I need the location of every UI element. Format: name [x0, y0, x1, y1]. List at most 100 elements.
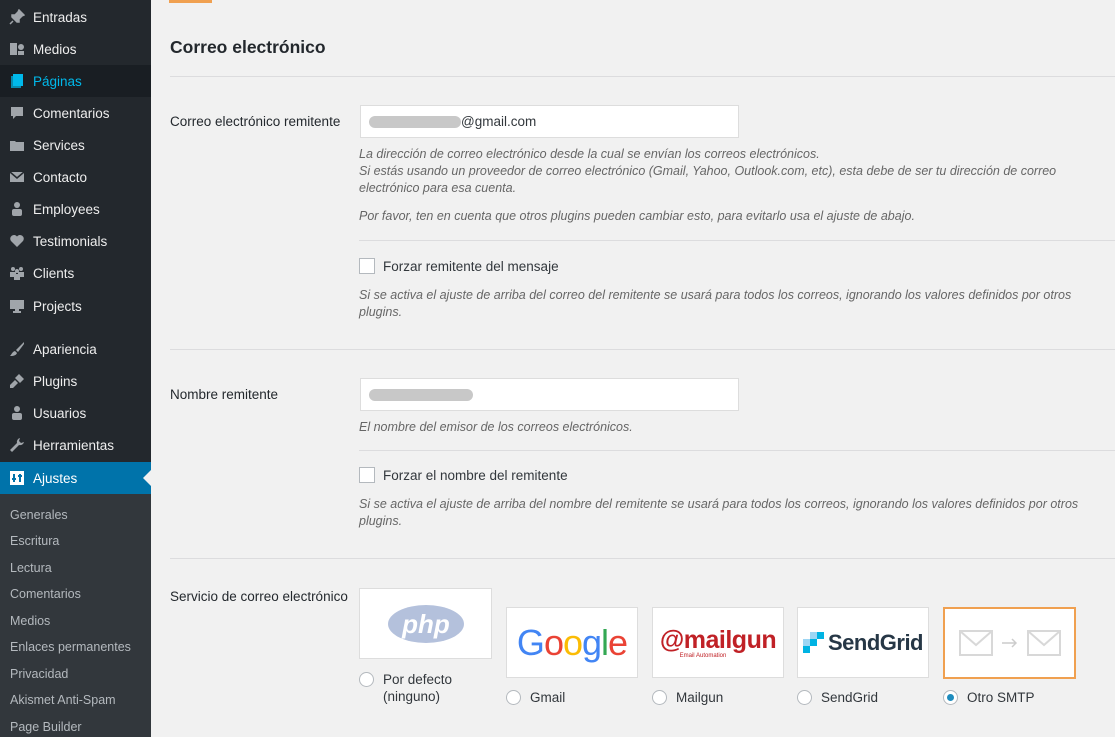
mailer-option-smtp[interactable] [943, 607, 1076, 679]
sidebar-item-medios[interactable]: Medios [0, 33, 151, 65]
settings-submenu: Generales Escritura Lectura Comentarios … [0, 494, 151, 737]
sidebar-item-herramientas[interactable]: Herramientas [0, 429, 151, 461]
radio-button[interactable] [506, 690, 521, 705]
sidebar-item-comentarios[interactable]: Comentarios [0, 97, 151, 129]
divider [170, 558, 1115, 559]
submenu-privacidad[interactable]: Privacidad [10, 666, 68, 682]
redacted-text [369, 115, 461, 128]
mailer-option-label: Gmail [530, 690, 566, 705]
sidebar-item-clients[interactable]: Clients [0, 257, 151, 289]
comment-icon [8, 104, 26, 122]
google-logo: Google [516, 621, 628, 663]
sidebar-item-apariencia[interactable]: Apariencia [0, 333, 151, 365]
portfolio-icon [8, 136, 26, 154]
mailer-option-label: SendGrid [821, 690, 879, 705]
users-icon [8, 404, 26, 422]
submenu-generales[interactable]: Generales [10, 507, 68, 523]
mailer-option-mailgun[interactable]: @mailgun Email Automation [652, 607, 784, 678]
force-from-name-label: Forzar el nombre del remitente [383, 467, 568, 483]
sidebar-item-projects[interactable]: Projects [0, 290, 151, 322]
sidebar-item-label: Herramientas [33, 437, 115, 453]
from-email-label: Correo electrónico remitente [170, 114, 341, 129]
radio-button[interactable] [652, 690, 667, 705]
force-from-name-description: Si se activa el ajuste de arriba del nom… [359, 497, 1079, 528]
envelope-icon [8, 168, 26, 186]
wrench-icon [8, 436, 26, 454]
radio-button-selected[interactable] [943, 690, 958, 705]
mailer-option-label: Mailgun [676, 690, 724, 705]
sidebar-item-label: Clients [33, 265, 75, 281]
submenu-enlaces-permanentes[interactable]: Enlaces permanentes [10, 639, 131, 655]
sidebar-item-label: Comentarios [33, 105, 110, 121]
from-email-domain: @gmail.com [461, 114, 537, 129]
section-title: Correo electrónico [170, 37, 326, 57]
force-from-email-option[interactable]: Forzar remitente del mensaje [359, 258, 559, 274]
groups-icon [8, 264, 26, 282]
php-logo-icon: php [387, 604, 464, 643]
sidebar-item-paginas[interactable]: Páginas [0, 65, 151, 97]
person-icon [8, 200, 26, 218]
mailer-option-sendgrid[interactable]: SendGrid [797, 607, 929, 678]
radio-button[interactable] [359, 672, 374, 687]
desktop-icon [8, 297, 26, 315]
pages-icon [8, 72, 26, 90]
mailer-option-label: Por defecto (ninguno) [383, 672, 453, 704]
from-name-input[interactable] [360, 378, 739, 411]
sidebar-item-ajustes[interactable]: Ajustes [0, 462, 151, 494]
smtp-envelopes-icon [958, 630, 1061, 656]
mailer-radio-gmail[interactable]: Gmail [506, 689, 565, 706]
sendgrid-logo: SendGrid [827, 629, 924, 655]
sidebar-item-label: Páginas [33, 73, 82, 89]
divider [359, 450, 1115, 451]
submenu-lectura[interactable]: Lectura [10, 560, 52, 576]
mailer-option-gmail[interactable]: Google [506, 607, 638, 678]
from-email-input[interactable]: @gmail.com [360, 105, 739, 138]
divider [359, 240, 1115, 241]
sidebar-item-label: Usuarios [33, 405, 87, 421]
active-tab-indicator [169, 0, 212, 3]
mailgun-logo: @mailgun [659, 626, 777, 654]
sidebar-item-label: Contacto [33, 169, 88, 185]
sidebar-item-label: Testimonials [33, 233, 108, 249]
divider [170, 349, 1115, 350]
redacted-text [369, 388, 473, 401]
sidebar-item-entradas[interactable]: Entradas [0, 1, 151, 33]
submenu-akismet[interactable]: Akismet Anti-Spam [10, 692, 116, 708]
heart-icon [8, 232, 26, 250]
sidebar-item-usuarios[interactable]: Usuarios [0, 397, 151, 429]
submenu-escritura[interactable]: Escritura [10, 533, 59, 549]
sidebar-item-services[interactable]: Services [0, 129, 151, 161]
sidebar-item-label: Plugins [33, 373, 78, 389]
submenu-page-builder[interactable]: Page Builder [10, 719, 82, 735]
admin-sidebar: Entradas Medios Páginas Comentarios Serv… [0, 0, 151, 737]
sendgrid-mark-icon [802, 631, 824, 653]
mailer-option-php[interactable]: php [359, 588, 492, 659]
media-icon [8, 40, 26, 58]
submenu-medios[interactable]: Medios [10, 613, 50, 629]
from-email-desc-line2: Si estás usando un proveedor de correo e… [359, 164, 1057, 195]
paintbrush-icon [8, 340, 26, 358]
mailer-radio-sendgrid[interactable]: SendGrid [797, 689, 878, 706]
from-name-label: Nombre remitente [170, 387, 279, 402]
sidebar-item-plugins[interactable]: Plugins [0, 365, 151, 397]
from-email-desc-line1: La dirección de correo electrónico desde… [359, 147, 820, 161]
sidebar-item-label: Apariencia [33, 341, 97, 357]
sidebar-item-testimonials[interactable]: Testimonials [0, 225, 151, 257]
mailer-radio-mailgun[interactable]: Mailgun [652, 689, 723, 706]
force-from-email-checkbox[interactable] [359, 258, 375, 274]
force-from-name-option[interactable]: Forzar el nombre del remitente [359, 467, 568, 483]
sidebar-item-employees[interactable]: Employees [0, 193, 151, 225]
from-name-description: El nombre del emisor de los correos elec… [359, 420, 633, 434]
sidebar-item-contacto[interactable]: Contacto [0, 161, 151, 193]
mailer-radio-smtp[interactable]: Otro SMTP [943, 689, 1035, 706]
radio-button[interactable] [797, 690, 812, 705]
pushpin-icon [8, 8, 26, 26]
sidebar-item-label: Projects [33, 298, 82, 314]
settings-content: Correo electrónico Correo electrónico re… [151, 0, 1115, 737]
mailer-radio-php[interactable]: Por defecto (ninguno) [359, 671, 479, 705]
force-from-name-checkbox[interactable] [359, 467, 375, 483]
sidebar-item-label: Employees [33, 201, 100, 217]
force-from-email-label: Forzar remitente del mensaje [383, 258, 559, 274]
mailgun-tagline: Email Automation [679, 653, 727, 659]
submenu-comentarios[interactable]: Comentarios [10, 586, 81, 602]
